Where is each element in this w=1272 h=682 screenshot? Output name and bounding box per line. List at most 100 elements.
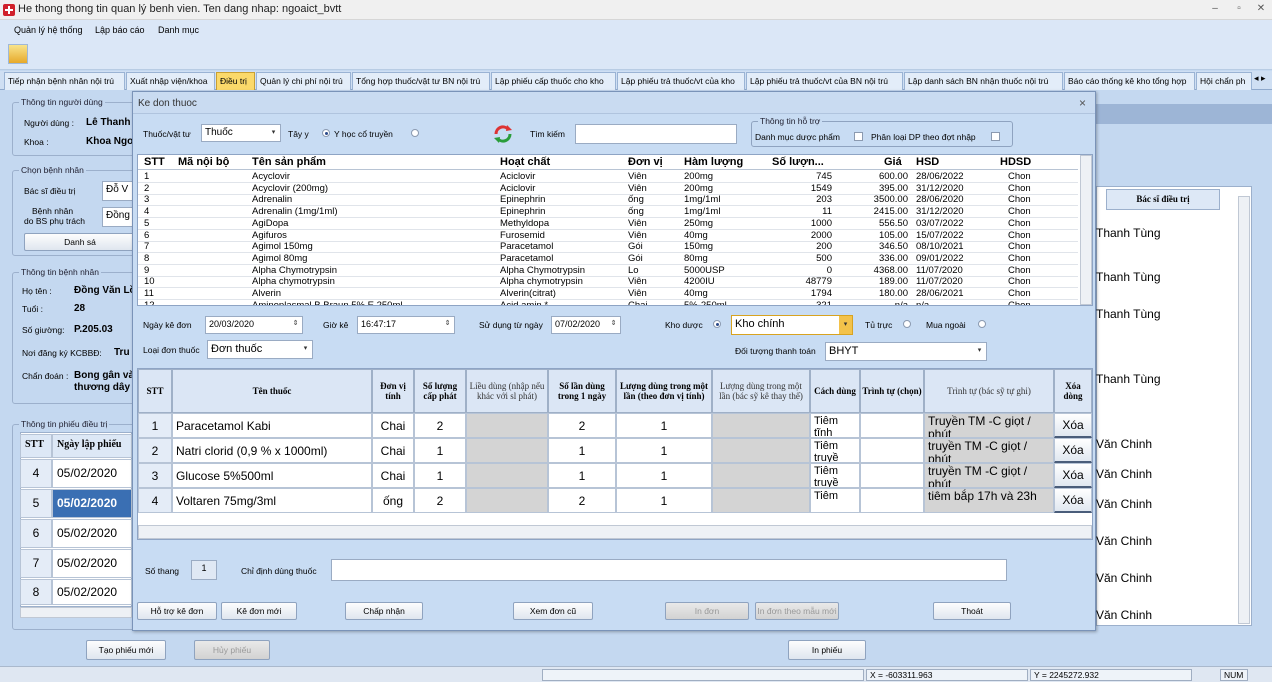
store-select[interactable]: Kho chính ▾ bbox=[731, 315, 853, 335]
product-row[interactable]: 10 Alpha chymotrypsin Alpha chymotrypsin Vi… bbox=[138, 276, 1078, 289]
new-sheet-button[interactable]: Tạo phiếu mới bbox=[86, 640, 166, 660]
grid-cell[interactable]: Paracetamol Kabi bbox=[172, 413, 372, 438]
tab-return-patient[interactable]: Lập phiếu trả thuốc/vt của BN nội trú bbox=[746, 72, 903, 90]
sheet-row-date[interactable]: 05/02/2020 bbox=[52, 549, 132, 578]
grid-cell[interactable] bbox=[860, 413, 924, 438]
grid-cell[interactable]: Chai bbox=[372, 413, 414, 438]
yhct-radio-2[interactable] bbox=[411, 129, 419, 137]
payer-select[interactable]: BHYT ▾ bbox=[825, 342, 987, 361]
grid-cell[interactable] bbox=[712, 488, 810, 513]
product-row[interactable]: 11 Alverin Alverin(citrat) Viên 40mg 1794 180.… bbox=[138, 288, 1078, 300]
product-row[interactable]: 9 Alpha Chymotrypsin Alpha Chymotrypsin Lo 5… bbox=[138, 265, 1078, 277]
tab-return-store[interactable]: Lập phiếu trả thuốc/vt của kho bbox=[617, 72, 745, 90]
tab-store-report[interactable]: Báo cáo thống kê kho tổng hợp bbox=[1064, 72, 1195, 90]
sheet-row-stt[interactable]: 7 bbox=[20, 549, 52, 578]
print-sheet-button[interactable]: In phiếu bbox=[788, 640, 866, 660]
grid-cell[interactable]: 3 bbox=[138, 463, 172, 488]
use-from-input[interactable]: 07/02/2020 ⇕ bbox=[551, 316, 621, 334]
accept-button[interactable]: Chấp nhận bbox=[345, 602, 423, 620]
tab-scroll-icon[interactable]: ◂ ▸ bbox=[1254, 73, 1266, 84]
view-old-rx-button[interactable]: Xem đơn cũ bbox=[513, 602, 593, 620]
grid-cell[interactable]: tiêm bắp 17h và 23h bbox=[924, 488, 1054, 513]
exit-button[interactable]: Thoát bbox=[933, 602, 1011, 620]
delete-row-button[interactable]: Xóa bbox=[1054, 413, 1092, 438]
yhct-radio[interactable] bbox=[322, 129, 330, 137]
delete-row-button[interactable]: Xóa bbox=[1054, 463, 1092, 488]
grid-cell[interactable]: 1 bbox=[414, 438, 466, 463]
refresh-icon[interactable] bbox=[492, 123, 514, 145]
sheet-hscroll[interactable] bbox=[20, 607, 132, 618]
grid-cell[interactable] bbox=[466, 413, 548, 438]
grid-cell[interactable]: truyền TM -C giọt / phút bbox=[924, 463, 1054, 488]
product-row[interactable]: 1 Acyclovir Aciclovir Viên 200mg 745 600.00 28/… bbox=[138, 171, 1078, 183]
patient-list-button[interactable]: Danh sá bbox=[24, 233, 136, 251]
grid-cell[interactable]: Tiêm tĩnh bbox=[810, 413, 860, 438]
product-row[interactable]: 2 Acyclovir (200mg) Aciclovir Viên 200mg 1549… bbox=[138, 183, 1078, 195]
grid-cell[interactable]: ống bbox=[372, 488, 414, 513]
grid-cell[interactable]: Chai bbox=[372, 438, 414, 463]
muangoai-radio[interactable] bbox=[978, 320, 986, 328]
sheet-row-stt[interactable]: 4 bbox=[20, 459, 52, 488]
menu-reports[interactable]: Lập báo cáo bbox=[95, 25, 145, 35]
grid-cell[interactable]: 1 bbox=[414, 463, 466, 488]
grid-cell[interactable]: Glucose 5%500ml bbox=[172, 463, 372, 488]
grid-cell[interactable]: Tiêm truyề bbox=[810, 463, 860, 488]
rx-type-select[interactable]: Đơn thuốc ▾ bbox=[207, 340, 313, 359]
menu-system[interactable]: Quản lý hệ thống bbox=[14, 25, 83, 35]
sheet-row-date-selected[interactable]: 05/02/2020 bbox=[52, 489, 132, 518]
grid-cell[interactable] bbox=[860, 488, 924, 513]
dialog-close-icon[interactable]: × bbox=[1079, 96, 1086, 110]
support-catalog-checkbox[interactable] bbox=[854, 132, 863, 141]
grid-cell[interactable]: Natri clorid (0,9 % x 1000ml) bbox=[172, 438, 372, 463]
grid-cell[interactable]: 2 bbox=[138, 438, 172, 463]
product-row[interactable]: 12 Aminoplasmal B.Braun 5% E 250ml Acid am… bbox=[138, 300, 1078, 305]
grid-hscroll[interactable] bbox=[138, 525, 1092, 539]
grid-cell[interactable] bbox=[712, 413, 810, 438]
print-template-button[interactable]: In đơn theo mẫu mới bbox=[755, 602, 839, 620]
grid-cell[interactable]: Tiêm truyề bbox=[810, 438, 860, 463]
minimize-icon[interactable]: – bbox=[1208, 3, 1222, 15]
grid-cell[interactable]: 1 bbox=[548, 438, 616, 463]
sheet-row-date[interactable]: 05/02/2020 bbox=[52, 579, 132, 605]
grid-cell[interactable]: 1 bbox=[548, 463, 616, 488]
store-radio[interactable] bbox=[713, 320, 721, 328]
grid-cell[interactable] bbox=[712, 463, 810, 488]
tutruc-radio[interactable] bbox=[903, 320, 911, 328]
tab-costs[interactable]: Quản lý chi phí nội trú bbox=[256, 72, 351, 90]
print-rx-button[interactable]: In đơn bbox=[665, 602, 749, 620]
product-row[interactable]: 5 AgiDopa Methyldopa Viên 250mg 1000 556.50 03/… bbox=[138, 218, 1078, 230]
grid-cell[interactable]: 1 bbox=[616, 413, 712, 438]
tab-consult[interactable]: Hội chẩn ph bbox=[1196, 72, 1252, 90]
grid-cell[interactable]: 2 bbox=[414, 413, 466, 438]
grid-cell[interactable] bbox=[712, 438, 810, 463]
restore-icon[interactable]: ▫ bbox=[1232, 3, 1246, 15]
sheet-row-stt[interactable]: 5 bbox=[20, 489, 52, 518]
product-row[interactable]: 6 Agifuros Furosemid Viên 40mg 2000 105.00 15/0… bbox=[138, 230, 1078, 242]
doses-input[interactable]: 1 bbox=[191, 560, 217, 580]
grid-cell[interactable]: Truyền TM -C giọt / phút bbox=[924, 413, 1054, 438]
delete-row-button[interactable]: Xóa bbox=[1054, 438, 1092, 463]
search-input[interactable] bbox=[575, 124, 737, 144]
grid-cell[interactable]: truyền TM -C giọt / phút bbox=[924, 438, 1054, 463]
product-list-scrollbar[interactable] bbox=[1080, 155, 1092, 305]
doctor-grid-scrollbar[interactable] bbox=[1238, 196, 1250, 624]
tools-icon[interactable] bbox=[8, 44, 28, 64]
grid-cell[interactable]: 1 bbox=[138, 413, 172, 438]
menu-catalog[interactable]: Danh mục bbox=[158, 25, 199, 35]
patient-of-select[interactable]: Đồng bbox=[102, 207, 136, 227]
grid-cell[interactable]: Chai bbox=[372, 463, 414, 488]
sheet-row-stt[interactable]: 6 bbox=[20, 519, 52, 548]
cancel-sheet-button[interactable]: Hủy phiếu bbox=[194, 640, 270, 660]
date-input[interactable]: 20/03/2020 ⇕ bbox=[205, 316, 303, 334]
grid-cell[interactable] bbox=[466, 488, 548, 513]
product-row[interactable]: 7 Agimol 150mg Paracetamol Gói 150mg 200 346.5… bbox=[138, 241, 1078, 254]
product-row[interactable]: 3 Adrenalin Epinephrin ống 1mg/1ml 203 3500.00… bbox=[138, 194, 1078, 207]
grid-cell[interactable] bbox=[860, 463, 924, 488]
product-row[interactable]: 4 Adrenalin (1mg/1ml) Epinephrin ống 1mg/1ml… bbox=[138, 206, 1078, 219]
grid-cell[interactable] bbox=[466, 463, 548, 488]
tab-admission[interactable]: Tiếp nhận bệnh nhân nội trú bbox=[4, 72, 125, 90]
grid-cell[interactable]: 1 bbox=[616, 463, 712, 488]
instr-input[interactable] bbox=[331, 559, 1007, 581]
grid-cell[interactable]: 1 bbox=[616, 488, 712, 513]
tab-transfer[interactable]: Xuất nhập viện/khoa bbox=[126, 72, 215, 90]
